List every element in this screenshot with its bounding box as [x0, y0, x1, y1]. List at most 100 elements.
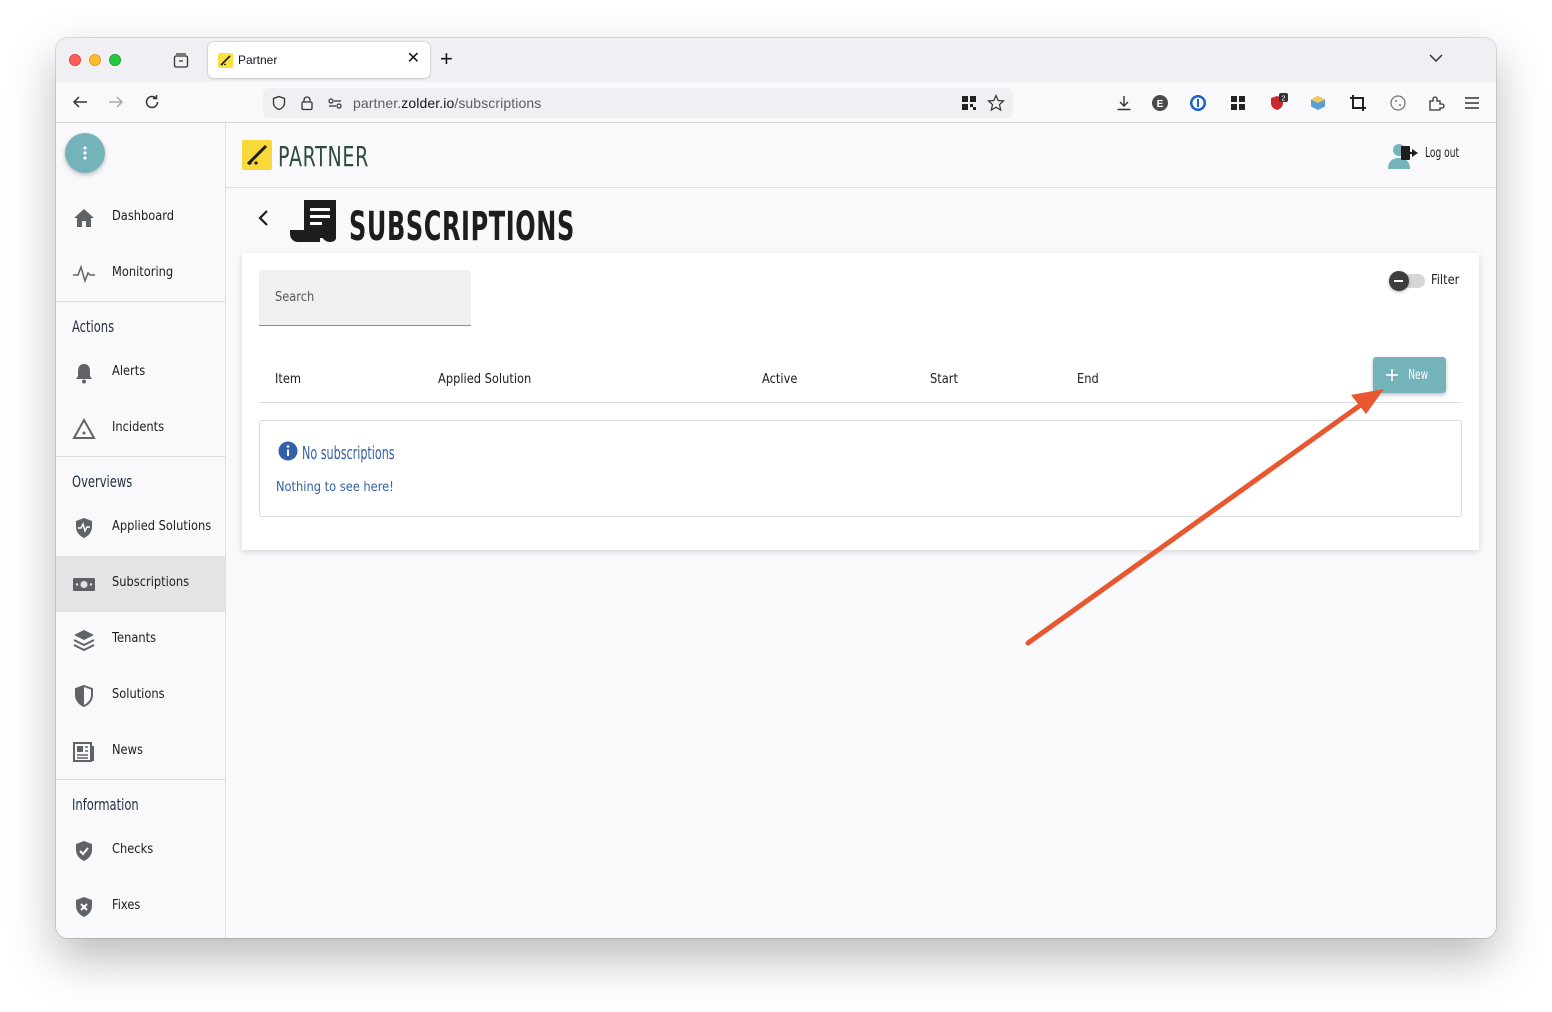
- extension-cube-icon[interactable]: [1308, 93, 1328, 113]
- new-tab-button[interactable]: +: [440, 48, 453, 70]
- tab-title: Partner: [238, 53, 278, 67]
- sidebar-item-label: Monitoring: [112, 265, 174, 280]
- newspaper-icon: [72, 740, 96, 764]
- sidebar-item-label: Solutions: [112, 687, 165, 702]
- sidebar: Dashboard Monitoring Actions Alerts Inci…: [56, 123, 226, 938]
- sidebar-item-dashboard[interactable]: Dashboard: [56, 190, 225, 246]
- permissions-icon[interactable]: [327, 95, 343, 116]
- sidebar-item-alerts[interactable]: Alerts: [56, 345, 225, 401]
- crop-icon[interactable]: [1348, 93, 1368, 113]
- empty-state: No subscriptions Nothing to see here!: [259, 420, 1462, 517]
- extension-grid-icon[interactable]: [1228, 93, 1248, 113]
- sidebar-section-title: Overviews: [72, 472, 133, 491]
- back-arrow-icon[interactable]: [256, 208, 272, 233]
- search-placeholder: Search: [275, 290, 315, 305]
- partner-logo-icon[interactable]: [242, 140, 272, 170]
- toggle-thumb[interactable]: [1388, 270, 1409, 291]
- window-close-button[interactable]: [69, 54, 81, 66]
- shield-icon: [72, 684, 96, 708]
- column-header-item[interactable]: Item: [275, 372, 301, 387]
- column-header-end[interactable]: End: [1077, 372, 1099, 387]
- qr-code-icon[interactable]: [961, 95, 977, 116]
- shield-pulse-icon: [72, 516, 96, 540]
- layers-icon: [72, 628, 96, 652]
- column-header-start[interactable]: Start: [930, 372, 958, 387]
- sidebar-item-label: Applied Solutions: [112, 519, 212, 534]
- sidebar-item-fixes[interactable]: Fixes: [56, 879, 225, 935]
- extension-e-icon[interactable]: E: [1150, 93, 1170, 113]
- extension-cookie-icon[interactable]: [1388, 93, 1408, 113]
- svg-text:2: 2: [1281, 94, 1285, 103]
- sidebar-item-label: News: [112, 743, 143, 758]
- money-icon: [72, 572, 96, 596]
- downloads-icon[interactable]: [1114, 93, 1134, 113]
- new-button-label: New: [1408, 367, 1429, 383]
- sidebar-divider: [56, 779, 225, 780]
- sidebar-item-monitoring[interactable]: Monitoring: [56, 246, 225, 302]
- info-icon: [278, 441, 298, 466]
- sidebar-item-news[interactable]: News: [56, 724, 225, 780]
- window-minimize-button[interactable]: [89, 54, 101, 66]
- sidebar-item-label: Subscriptions: [112, 575, 190, 590]
- home-icon: [72, 206, 96, 230]
- sidebar-item-solutions[interactable]: Solutions: [56, 668, 225, 724]
- sidebar-item-label: Alerts: [112, 364, 146, 379]
- logout-button[interactable]: Log out: [1401, 145, 1474, 161]
- back-icon[interactable]: [70, 92, 90, 112]
- app-header: PARTNER Log out: [226, 123, 1496, 188]
- empty-state-title: No subscriptions: [302, 443, 395, 464]
- sidebar-item-label: Checks: [112, 842, 154, 857]
- bookmark-star-icon[interactable]: [987, 94, 1005, 117]
- column-header-applied-solution[interactable]: Applied Solution: [438, 372, 531, 387]
- receipt-icon: [290, 200, 338, 249]
- brand-name[interactable]: PARTNER: [278, 140, 369, 173]
- password-manager-icon[interactable]: [1188, 93, 1208, 113]
- sidebar-item-incidents[interactable]: Incidents: [56, 401, 225, 457]
- logout-icon: [1401, 146, 1419, 160]
- url-bar[interactable]: partner.zolder.io/subscriptions: [263, 88, 1013, 118]
- sidebar-item-subscriptions[interactable]: Subscriptions: [56, 556, 225, 612]
- bell-icon: [72, 361, 96, 385]
- sidebar-item-label: Tenants: [112, 631, 157, 646]
- url-text[interactable]: partner.zolder.io/subscriptions: [353, 95, 541, 111]
- sidebar-divider: [56, 456, 225, 457]
- filter-switch[interactable]: [1388, 270, 1425, 291]
- sidebar-menu-button[interactable]: [65, 133, 105, 173]
- empty-state-text: Nothing to see here!: [276, 480, 394, 495]
- tab-history-icon[interactable]: [170, 50, 192, 72]
- filter-label: Filter: [1430, 273, 1460, 288]
- navigation-bar: partner.zolder.io/subscriptions E 2: [56, 82, 1496, 123]
- logout-label: Log out: [1425, 145, 1460, 161]
- plus-icon: [1386, 369, 1399, 381]
- browser-tab[interactable]: Partner ✕: [208, 42, 430, 78]
- sidebar-section-title: Information: [72, 795, 139, 814]
- shield-check-icon: [72, 839, 96, 863]
- new-subscription-button[interactable]: New: [1373, 357, 1446, 393]
- lock-icon[interactable]: [299, 95, 315, 116]
- more-vertical-icon: [83, 146, 87, 160]
- pulse-icon: [72, 262, 96, 286]
- tab-strip: Partner ✕ +: [56, 38, 1496, 82]
- svg-text:E: E: [1157, 99, 1164, 110]
- ublock-icon[interactable]: 2: [1268, 93, 1288, 113]
- menu-hamburger-icon[interactable]: [1462, 93, 1482, 113]
- search-input[interactable]: Search: [259, 270, 471, 326]
- tracking-shield-icon[interactable]: [271, 95, 287, 116]
- tab-list-chevron-icon[interactable]: [1428, 50, 1444, 71]
- shield-wrench-icon: [72, 895, 96, 919]
- sidebar-divider: [56, 301, 225, 302]
- column-header-active[interactable]: Active: [762, 372, 797, 387]
- tab-close-icon[interactable]: ✕: [407, 51, 420, 67]
- main-content: SUBSCRIPTIONS Search Filter Item Applied…: [226, 188, 1496, 938]
- sidebar-item-checks[interactable]: Checks: [56, 823, 225, 879]
- forward-icon[interactable]: [106, 92, 126, 112]
- filter-toggle[interactable]: Filter: [1388, 270, 1463, 291]
- sidebar-item-applied-solutions[interactable]: Applied Solutions: [56, 500, 225, 556]
- extensions-puzzle-icon[interactable]: [1426, 93, 1446, 113]
- sidebar-item-label: Dashboard: [112, 209, 175, 224]
- subscriptions-card: Search Filter Item Applied Solution Acti…: [242, 253, 1479, 550]
- window-maximize-button[interactable]: [109, 54, 121, 66]
- sidebar-item-tenants[interactable]: Tenants: [56, 612, 225, 668]
- reload-icon[interactable]: [142, 92, 162, 112]
- warning-icon: [72, 417, 96, 441]
